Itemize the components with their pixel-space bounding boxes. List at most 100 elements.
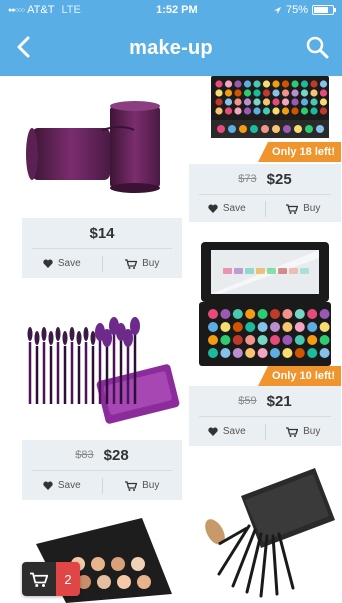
eyeshadow-swatch: [261, 125, 269, 133]
status-time: 1:52 PM: [156, 4, 198, 16]
brush-head: [130, 317, 140, 335]
eyeshadow-swatch: [310, 107, 318, 115]
eyeshadow-swatch: [281, 98, 290, 106]
eyeshadow-swatch: [224, 89, 233, 97]
buy-button[interactable]: Buy: [266, 426, 342, 437]
cart-count-badge: 2: [56, 562, 80, 596]
card-actions: Save Buy: [189, 195, 341, 222]
product-image[interactable]: [189, 238, 341, 384]
save-label: Save: [57, 480, 81, 491]
save-button[interactable]: Save: [22, 480, 102, 491]
back-button[interactable]: [10, 32, 40, 62]
eyeshadow-swatch: [215, 80, 223, 88]
status-bar: ●●○○○ AT&T LTE 1:52 PM 75%: [0, 0, 342, 20]
cart-button[interactable]: 2: [22, 562, 80, 596]
eyeshadow-swatch: [224, 80, 233, 88]
original-price: $59: [238, 395, 257, 407]
eyeshadow-swatch: [307, 322, 318, 332]
brush-head: [76, 331, 82, 345]
product-tile[interactable]: $14 Save Buy: [22, 78, 182, 278]
card-actions: Save Buy: [22, 471, 182, 500]
cart-icon: [125, 480, 138, 491]
mirror-reflection: [267, 268, 276, 274]
save-button[interactable]: Save: [22, 258, 102, 269]
brush-head: [69, 327, 75, 341]
product-card: $73 $25 Save Buy: [189, 164, 341, 222]
eyeshadow-swatch: [270, 322, 280, 332]
buy-label: Buy: [303, 426, 321, 437]
card-actions: Save Buy: [22, 249, 182, 278]
eyeshadow-swatch: [215, 89, 223, 97]
product-tile[interactable]: [189, 456, 341, 603]
product-tile[interactable]: Only 10 left! $59 $21 Save Buy: [189, 238, 341, 446]
palette-mirror-image: [199, 242, 331, 366]
price-row: $73 $25: [189, 164, 341, 194]
save-button[interactable]: Save: [189, 426, 265, 437]
eyeshadow-swatch: [262, 107, 271, 115]
eyeshadow-swatch: [319, 348, 330, 358]
eyeshadow-swatch: [294, 125, 302, 133]
buy-button[interactable]: Buy: [103, 258, 183, 269]
save-button[interactable]: Save: [189, 203, 265, 214]
eyeshadow-swatch: [232, 348, 243, 358]
heart-icon: [208, 427, 218, 436]
eyeshadow-swatch: [310, 80, 318, 88]
brush-head: [41, 327, 47, 341]
eyeshadow-swatch: [239, 125, 247, 133]
page-title: make-up: [129, 36, 213, 59]
eyeshadow-swatch: [208, 309, 218, 319]
eyeshadow-swatch: [319, 335, 330, 345]
heart-icon: [43, 481, 53, 490]
eyeshadow-swatch: [228, 125, 236, 133]
eyeshadow-swatch: [294, 348, 305, 358]
eyeshadow-swatch: [220, 322, 231, 332]
eyeshadow-swatch: [257, 322, 268, 332]
eyeshadow-swatch: [291, 107, 299, 115]
eyeshadow-swatch: [257, 348, 268, 358]
stock-badge: Only 18 left!: [258, 142, 341, 162]
concealer-swatch: [131, 557, 145, 571]
eyeshadow-swatch: [245, 348, 256, 358]
eyeshadow-swatch: [272, 107, 280, 115]
eyeshadow-swatch: [232, 309, 243, 319]
eyeshadow-swatch: [300, 107, 309, 115]
concealer-swatch: [137, 575, 151, 589]
buy-button[interactable]: Buy: [266, 203, 342, 214]
location-arrow-icon: [273, 6, 282, 14]
price: $28: [103, 446, 129, 464]
eyeshadow-swatch: [232, 322, 243, 332]
product-image[interactable]: [22, 300, 182, 438]
concealer-swatch: [117, 575, 131, 589]
network-type: LTE: [61, 4, 81, 16]
eyeshadow-swatch: [310, 89, 318, 97]
mirror-reflection: [223, 268, 232, 274]
eyeshadow-swatch: [291, 98, 299, 106]
search-button[interactable]: [302, 32, 332, 62]
eyeshadow-swatch: [307, 335, 318, 345]
eyeshadow-swatch: [220, 335, 231, 345]
product-tile[interactable]: $83 $28 Save Buy: [22, 300, 182, 500]
eyeshadow-swatch: [319, 322, 330, 332]
price-row: $14: [22, 218, 182, 248]
eyeshadow-swatch: [310, 98, 318, 106]
buy-button[interactable]: Buy: [103, 480, 183, 491]
eyeshadow-swatch: [281, 107, 290, 115]
product-image[interactable]: [189, 456, 341, 603]
product-image[interactable]: [22, 78, 182, 216]
eyeshadow-swatch: [307, 348, 318, 358]
price: $14: [89, 224, 115, 242]
heart-icon: [208, 204, 218, 213]
price-row: $59 $21: [189, 386, 341, 416]
eyeshadow-swatch: [282, 348, 293, 358]
eyeshadow-swatch: [234, 80, 242, 88]
original-price: $73: [238, 173, 257, 185]
eyeshadow-swatch: [300, 98, 309, 106]
carrier-name: AT&T: [27, 4, 55, 16]
concealer-swatch: [111, 557, 125, 571]
product-tile[interactable]: Only 18 left! $73 $25 Save Buy: [189, 76, 341, 222]
mirror-reflection: [256, 268, 265, 274]
chevron-left-icon: [17, 36, 30, 58]
eyeshadow-swatch: [316, 125, 324, 133]
battery-info: 75%: [273, 4, 336, 16]
save-label: Save: [222, 203, 246, 214]
